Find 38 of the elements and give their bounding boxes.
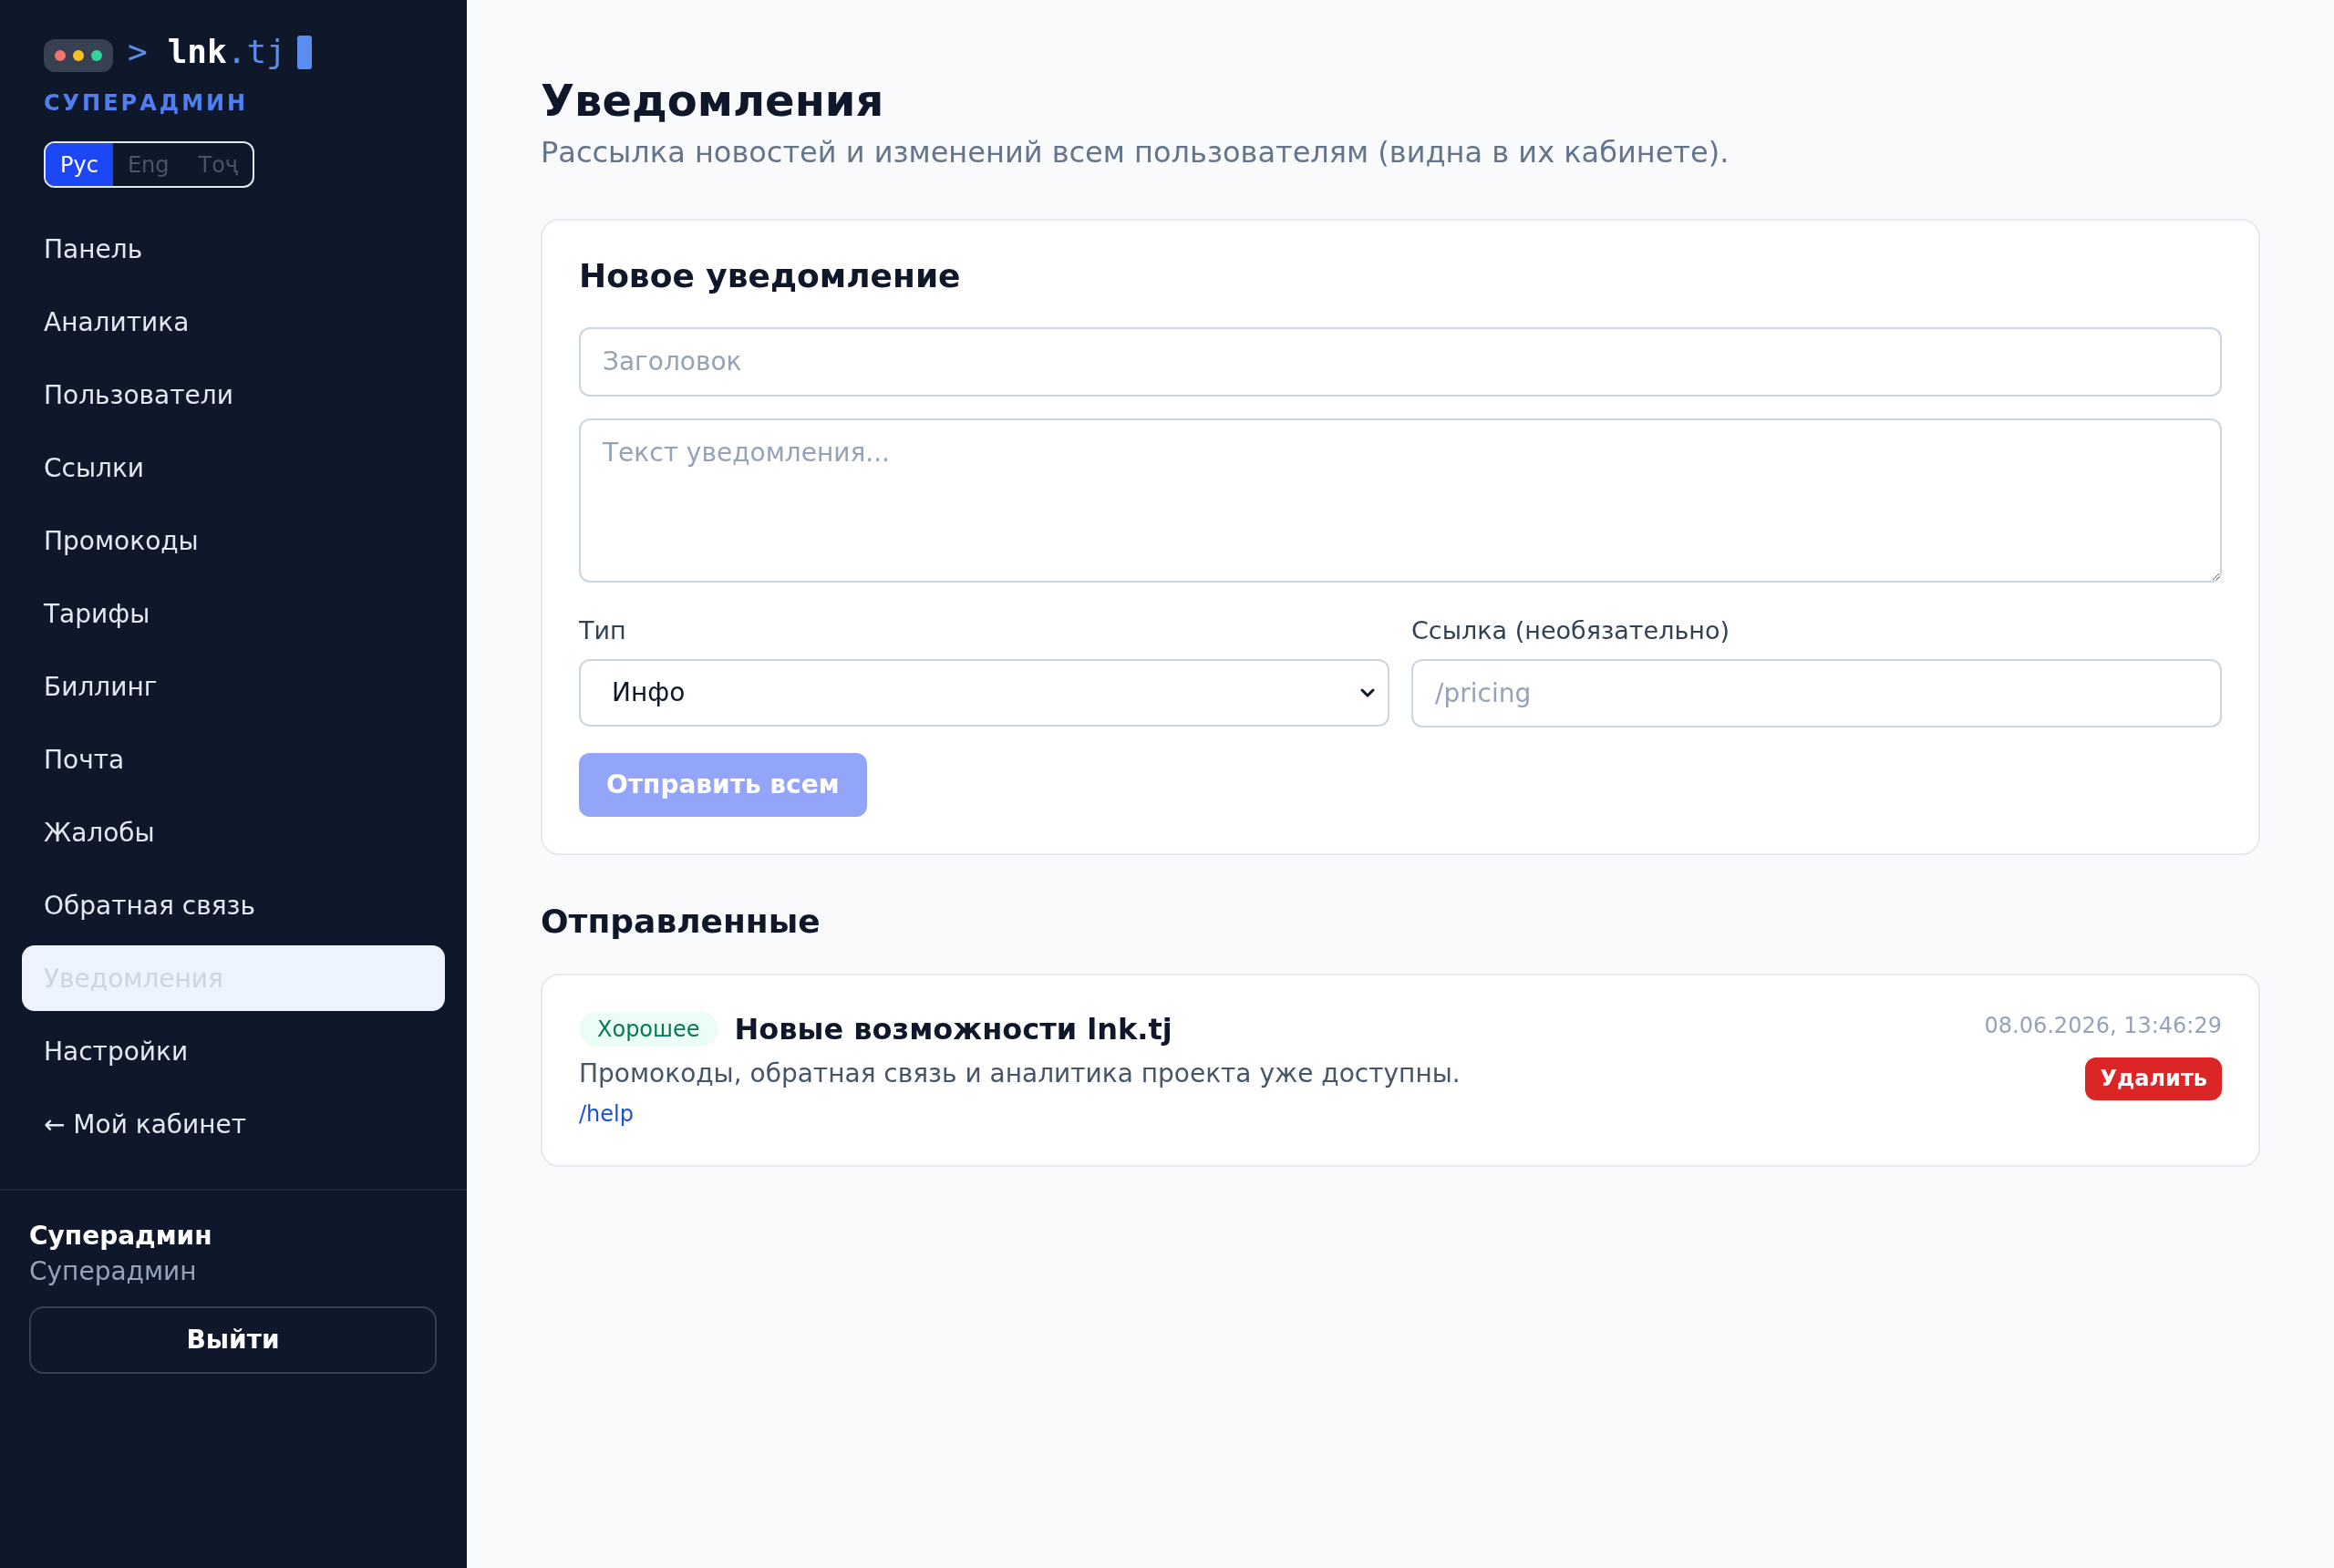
nav-item[interactable]: Биллинг (22, 654, 445, 720)
nav-item[interactable]: ← Мой кабинет (22, 1091, 445, 1158)
type-badge: Хорошее (579, 1012, 718, 1047)
nav-item[interactable]: Настройки (22, 1018, 445, 1085)
user-name: Суперадмин (29, 1220, 213, 1253)
nav-item[interactable]: Панель (22, 216, 445, 283)
nav-item[interactable]: Ссылки (22, 435, 445, 501)
card-title: Новое уведомление (579, 256, 962, 296)
nav-item[interactable]: Жалобы (22, 799, 445, 866)
delete-button[interactable]: Удалить (2085, 1057, 2222, 1100)
notification-date: 08.06.2026, 13:46:29 (1984, 1012, 2222, 1041)
nav-item[interactable]: Аналитика (22, 289, 445, 356)
window-dots-icon (44, 39, 113, 72)
nav-item[interactable]: Пользователи (22, 362, 445, 428)
message-field[interactable]: Текст уведомления... (579, 418, 2222, 583)
notification-text: Промокоды, обратная связь и аналитика проекта уже доступны. (579, 1057, 1461, 1091)
logo-wordmark: lnk.tj (167, 36, 286, 68)
logout-button[interactable]: Выйти (29, 1305, 437, 1374)
link-input[interactable]: /pricing (1411, 658, 2222, 727)
language-tab[interactable]: Рус (46, 143, 113, 187)
cursor-icon (296, 35, 312, 69)
page-title: Уведомления (541, 75, 885, 128)
nav-item[interactable]: Тарифы (22, 581, 445, 647)
chevron-down-icon (1360, 687, 1375, 697)
nav-item[interactable]: Почта (22, 727, 445, 793)
notification-link[interactable]: /help (579, 1099, 634, 1129)
logo-prompt: > (128, 36, 148, 68)
link-label: Ссылка (необязательно) (1411, 614, 1730, 646)
type-label: Тип (579, 614, 626, 646)
role-label: СУПЕРАДМИН (44, 89, 250, 118)
title-input[interactable]: Заголовок (579, 326, 2222, 397)
user-role: Суперадмин (29, 1254, 198, 1288)
notification-title: Новые возможности lnk.tj (734, 1012, 1172, 1047)
page-subtitle: Рассылка новостей и изменений всем пользователям (видна в их кабинете). (541, 134, 1730, 170)
nav-item[interactable]: Обратная связь (22, 872, 445, 939)
nav-item[interactable]: Промокоды (22, 508, 445, 574)
section-title: Отправленные (541, 901, 821, 942)
type-select[interactable]: Инфо (579, 658, 1389, 727)
